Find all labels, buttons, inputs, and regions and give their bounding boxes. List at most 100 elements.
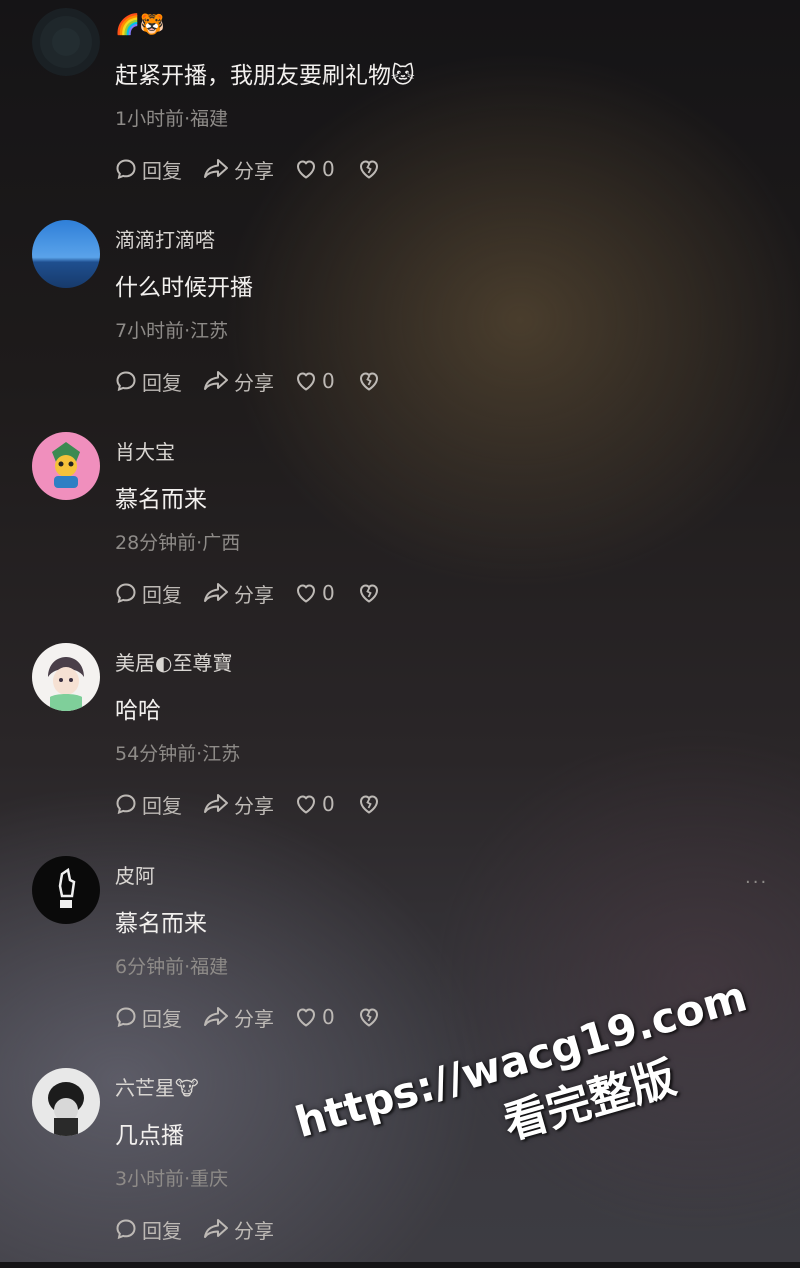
share-button[interactable]: 分享 [202, 155, 274, 184]
avatar[interactable] [32, 220, 100, 288]
reply-button[interactable]: 回复 [114, 579, 182, 608]
username[interactable]: 皮阿 [115, 860, 155, 889]
share-label: 分享 [234, 370, 274, 395]
share-button[interactable]: 分享 [202, 790, 274, 819]
reply-label: 回复 [142, 582, 182, 607]
reply-button[interactable]: 回复 [114, 1003, 182, 1032]
broken-heart-icon [359, 1008, 378, 1027]
like-count: 0 [322, 157, 335, 181]
share-arrow-icon [204, 371, 228, 390]
avatar[interactable] [32, 432, 100, 500]
share-button[interactable]: 分享 [202, 367, 274, 396]
like-button[interactable]: 0 [294, 369, 335, 393]
like-button[interactable]: 0 [294, 1005, 335, 1029]
reply-bubble-icon [116, 1007, 136, 1028]
comment-actions: 回复 分享 0 [114, 154, 405, 184]
reply-label: 回复 [142, 1006, 182, 1031]
share-button[interactable]: 分享 [202, 579, 274, 608]
comment-meta: 54分钟前·江苏 [115, 743, 241, 765]
broken-heart-icon [359, 372, 378, 391]
dislike-button[interactable] [357, 369, 385, 393]
share-label: 分享 [234, 793, 274, 818]
dislike-button[interactable] [357, 1005, 385, 1029]
comment-meta: 28分钟前·广西 [115, 532, 241, 554]
reply-button[interactable]: 回复 [114, 1215, 182, 1244]
share-arrow-icon [204, 1007, 228, 1026]
reply-label: 回复 [142, 1218, 182, 1243]
heart-icon [297, 584, 315, 603]
broken-heart-icon [359, 160, 378, 179]
like-count: 0 [322, 792, 335, 816]
comment-item: 肖大宝 慕名而来 28分钟前·广西 回复 分享 0 [0, 432, 800, 632]
share-arrow-icon [204, 159, 228, 178]
reply-label: 回复 [142, 370, 182, 395]
comment-text: 什么时候开播 [115, 275, 253, 301]
heart-icon [297, 1008, 315, 1027]
username[interactable]: 🌈🐯 [115, 12, 165, 36]
comment-actions: 回复 分享 0 [114, 578, 405, 608]
share-button[interactable]: 分享 [202, 1003, 274, 1032]
comment-meta: 6分钟前·福建 [115, 956, 229, 978]
anime-boy-avatar-icon [32, 643, 100, 711]
heart-icon [297, 372, 315, 391]
comment-meta: 7小时前·江苏 [115, 320, 229, 342]
reply-bubble-icon [116, 371, 136, 392]
like-count: 0 [322, 1005, 335, 1029]
share-arrow-icon [204, 1219, 228, 1238]
comment-item: 滴滴打滴嗒 什么时候开播 7小时前·江苏 回复 分享 0 [0, 220, 800, 420]
comment-item: 🌈🐯 赶紧开播，我朋友要刷礼物🐱 1小时前·福建 回复 分享 0 [0, 8, 800, 208]
reply-bubble-icon [116, 159, 136, 180]
sky-sea-avatar-icon [32, 220, 100, 288]
heart-icon [297, 795, 315, 814]
comment-actions: 回复 分享 0 [114, 366, 405, 396]
reply-button[interactable]: 回复 [114, 367, 182, 396]
share-label: 分享 [234, 1218, 274, 1243]
comment-actions: 回复 分享 0 [114, 789, 405, 819]
comment-actions: 回复 分享 0 [114, 1002, 405, 1032]
like-count: 0 [322, 581, 335, 605]
share-arrow-icon [204, 794, 228, 813]
reply-button[interactable]: 回复 [114, 790, 182, 819]
comment-actions: 回复 分享 [114, 1214, 294, 1244]
dislike-button[interactable] [357, 792, 385, 816]
reply-button[interactable]: 回复 [114, 155, 182, 184]
like-button[interactable]: 0 [294, 792, 335, 816]
username[interactable]: 美居◐至尊寶 [115, 647, 232, 676]
more-options-button[interactable]: ··· [745, 872, 768, 893]
reply-bubble-icon [116, 1219, 136, 1240]
reply-label: 回复 [142, 793, 182, 818]
reply-label: 回复 [142, 158, 182, 183]
comment-text: 慕名而来 [115, 911, 207, 937]
share-label: 分享 [234, 158, 274, 183]
comment-text: 哈哈 [115, 698, 161, 724]
like-button[interactable]: 0 [294, 581, 335, 605]
cartoon-character-avatar-icon [32, 432, 100, 500]
dislike-button[interactable] [357, 157, 385, 181]
avatar[interactable] [32, 1068, 100, 1136]
share-arrow-icon [204, 583, 228, 602]
username[interactable]: 六芒星🐮 [115, 1072, 199, 1101]
comment-text: 慕名而来 [115, 487, 207, 513]
like-button[interactable]: 0 [294, 157, 335, 181]
share-label: 分享 [234, 1006, 274, 1031]
broken-heart-icon [359, 795, 378, 814]
reply-bubble-icon [116, 794, 136, 815]
reply-bubble-icon [116, 583, 136, 604]
comment-meta: 3小时前·重庆 [115, 1168, 229, 1190]
username[interactable]: 滴滴打滴嗒 [115, 224, 215, 253]
dark-avatar-icon [32, 8, 100, 76]
like-count: 0 [322, 369, 335, 393]
heart-icon [297, 160, 315, 179]
broken-heart-icon [359, 584, 378, 603]
comment-text: 几点播 [115, 1123, 184, 1149]
hand-sketch-avatar-icon [32, 856, 100, 924]
comment-text: 赶紧开播，我朋友要刷礼物🐱 [115, 63, 415, 89]
username[interactable]: 肖大宝 [115, 436, 175, 465]
avatar[interactable] [32, 8, 100, 76]
avatar[interactable] [32, 856, 100, 924]
comment-meta: 1小时前·福建 [115, 108, 229, 130]
share-button[interactable]: 分享 [202, 1215, 274, 1244]
dislike-button[interactable] [357, 581, 385, 605]
avatar[interactable] [32, 643, 100, 711]
share-label: 分享 [234, 582, 274, 607]
